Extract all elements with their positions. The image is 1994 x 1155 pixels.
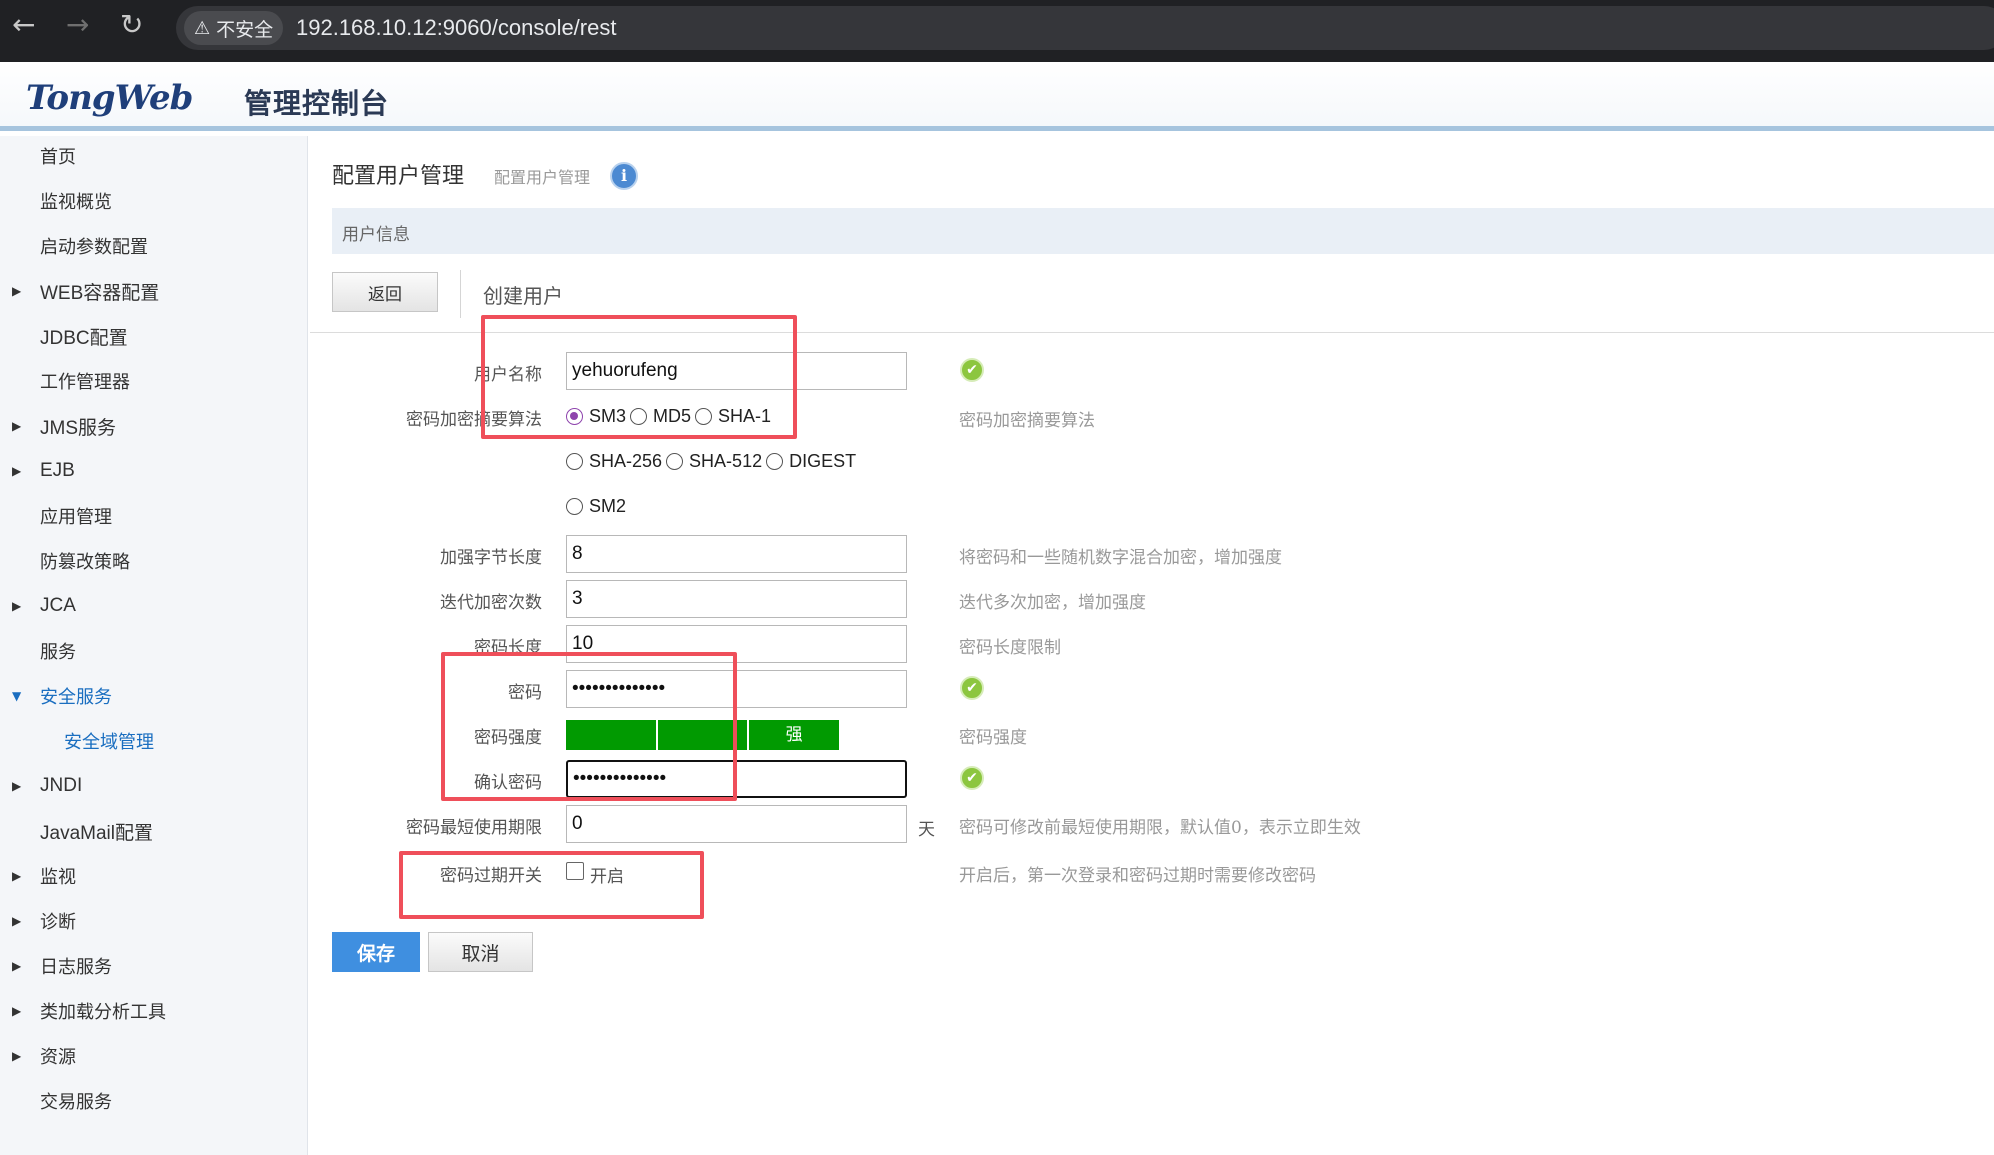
strength-level-text: 强 xyxy=(749,720,840,750)
caret-right-icon: ▶ xyxy=(12,464,22,478)
annotation-box xyxy=(481,315,797,439)
back-button[interactable]: 返回 xyxy=(332,272,438,312)
sidebar-item-startup-params[interactable]: 启动参数配置 xyxy=(0,226,308,266)
sidebar-item-tamper-policy[interactable]: 防篡改策略 xyxy=(0,541,308,581)
sidebar-item-security-domain[interactable]: 安全域管理 xyxy=(0,721,308,761)
sidebar-item-resources[interactable]: ▶ 资源 xyxy=(0,1036,308,1076)
security-chip[interactable]: ⚠ 不安全 xyxy=(184,11,284,45)
radio-icon[interactable] xyxy=(566,498,583,515)
save-button[interactable]: 保存 xyxy=(332,932,420,972)
sidebar-item-security[interactable]: ▼ 安全服务 xyxy=(0,676,308,716)
annotation-box xyxy=(399,851,704,919)
security-label: 不安全 xyxy=(216,19,274,41)
valid-check-icon: ✔ xyxy=(960,766,984,790)
tongweb-logo: TongWeb xyxy=(26,78,193,118)
section-title: 用户信息 xyxy=(342,225,410,245)
caret-right-icon: ▶ xyxy=(12,1004,22,1018)
section-header: 用户信息 xyxy=(332,208,1994,254)
back-icon[interactable]: ← xyxy=(12,10,35,40)
sidebar-item-jms[interactable]: ▶ JMS服务 xyxy=(0,406,308,446)
url-text[interactable]: 192.168.10.12:9060/console/rest xyxy=(296,15,616,41)
sidebar-item-home[interactable]: 首页 xyxy=(0,136,308,176)
iterations-input[interactable] xyxy=(566,580,907,618)
radio-icon[interactable] xyxy=(566,453,583,470)
sidebar-item-transaction[interactable]: 交易服务 xyxy=(0,1081,308,1121)
iterations-help: 迭代多次加密，增加强度 xyxy=(959,593,1146,613)
sidebar-nav: 首页 监视概览 启动参数配置 ▶ WEB容器配置 JDBC配置 工作管理器 ▶ JM… xyxy=(0,136,308,1155)
salt-length-input[interactable] xyxy=(566,535,907,573)
caret-right-icon: ▶ xyxy=(12,284,22,298)
sidebar-item-services[interactable]: 服务 xyxy=(0,631,308,671)
app-header: TongWeb 管理控制台 xyxy=(0,62,1994,131)
info-icon[interactable]: i xyxy=(610,162,638,190)
min-age-input[interactable] xyxy=(566,805,907,843)
divider xyxy=(460,270,461,318)
sidebar-item-app-management[interactable]: 应用管理 xyxy=(0,496,308,536)
radio-sha256[interactable]: SHA-256 xyxy=(566,451,662,472)
sidebar-item-log-service[interactable]: ▶ 日志服务 xyxy=(0,946,308,986)
sidebar-item-work-manager[interactable]: 工作管理器 xyxy=(0,361,308,401)
radio-digest[interactable]: DIGEST xyxy=(766,451,856,472)
caret-right-icon: ▶ xyxy=(12,959,22,973)
reload-icon[interactable]: ↻ xyxy=(120,10,143,40)
min-age-unit: 天 xyxy=(918,820,935,840)
cancel-button[interactable]: 取消 xyxy=(428,932,533,972)
sidebar-item-jdbc[interactable]: JDBC配置 xyxy=(0,316,308,356)
sidebar-item-web-container[interactable]: ▶ WEB容器配置 xyxy=(0,271,308,311)
valid-check-icon: ✔ xyxy=(960,358,984,382)
min-age-help: 密码可修改前最短使用期限，默认值0，表示立即生效 xyxy=(959,818,1361,838)
radio-sm2[interactable]: SM2 xyxy=(566,496,626,517)
caret-down-icon: ▼ xyxy=(12,689,22,703)
caret-right-icon: ▶ xyxy=(12,869,22,883)
annotation-box xyxy=(441,652,737,801)
breadcrumb: 配置用户管理 xyxy=(494,168,591,187)
console-title: 管理控制台 xyxy=(244,87,390,120)
caret-right-icon: ▶ xyxy=(12,419,22,433)
algorithm-radio-group-row3: SM2 xyxy=(566,496,630,517)
sidebar-item-jndi[interactable]: ▶ JNDI xyxy=(0,766,308,806)
radio-sha512[interactable]: SHA-512 xyxy=(666,451,762,472)
valid-check-icon: ✔ xyxy=(960,676,984,700)
sidebar-item-monitor[interactable]: ▶ 监视 xyxy=(0,856,308,896)
sidebar-item-classloader-tool[interactable]: ▶ 类加载分析工具 xyxy=(0,991,308,1031)
browser-toolbar: ← → ↻ ⚠ 不安全 192.168.10.12:9060/console/r… xyxy=(0,0,1994,62)
form-title: 创建用户 xyxy=(483,284,563,308)
algorithm-radio-group-row2: SHA-256 SHA-512 DIGEST xyxy=(566,451,860,472)
forward-icon[interactable]: → xyxy=(66,10,89,40)
min-age-label: 密码最短使用期限 xyxy=(406,818,542,838)
caret-right-icon: ▶ xyxy=(12,1049,22,1063)
radio-icon[interactable] xyxy=(766,453,784,470)
sidebar-item-diagnostics[interactable]: ▶ 诊断 xyxy=(0,901,308,941)
sidebar-item-javamail[interactable]: JavaMail配置 xyxy=(0,811,308,851)
sidebar-item-ejb[interactable]: ▶ EJB xyxy=(0,451,308,491)
caret-right-icon: ▶ xyxy=(12,914,22,928)
iterations-label: 迭代加密次数 xyxy=(440,593,542,613)
salt-length-label: 加强字节长度 xyxy=(440,548,542,568)
expiry-switch-help: 开启后，第一次登录和密码过期时需要修改密码 xyxy=(959,866,1316,886)
caret-right-icon: ▶ xyxy=(12,599,22,613)
radio-icon[interactable] xyxy=(666,453,684,470)
page-title: 配置用户管理 xyxy=(332,164,465,189)
warning-icon: ⚠ xyxy=(194,17,211,38)
caret-right-icon: ▶ xyxy=(12,779,22,793)
algorithm-help: 密码加密摘要算法 xyxy=(959,411,1095,431)
sidebar-item-jca[interactable]: ▶ JCA xyxy=(0,586,308,626)
sidebar-item-monitor-overview[interactable]: 监视概览 xyxy=(0,181,308,221)
salt-length-help: 将密码和一些随机数字混合加密，增加强度 xyxy=(959,548,1282,568)
address-bar[interactable]: ⚠ 不安全 192.168.10.12:9060/console/rest xyxy=(176,6,1994,50)
password-length-help: 密码长度限制 xyxy=(959,638,1061,658)
strength-help: 密码强度 xyxy=(959,728,1027,748)
